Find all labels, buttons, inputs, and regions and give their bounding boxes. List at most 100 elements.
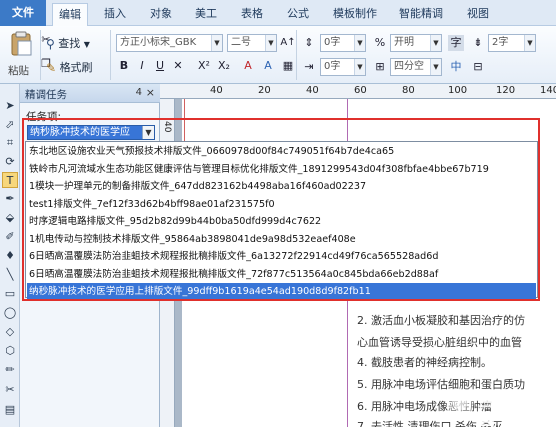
arrow-select-icon[interactable]: ➤ <box>2 98 18 114</box>
indent-icon[interactable]: ⇥ <box>301 59 317 75</box>
strikethrough-icon[interactable]: ✕ <box>170 58 186 74</box>
spacing-select[interactable]: 0字 ▼ <box>320 34 366 52</box>
text-tool-icon[interactable]: T <box>2 172 18 188</box>
ruler-tick: 100 <box>448 85 468 96</box>
rotate-icon[interactable]: ⟳ <box>2 154 18 170</box>
format-brush-label: 格式刷 <box>59 61 93 74</box>
italic-icon[interactable]: I <box>134 58 150 74</box>
ruler-tick: 20 <box>258 85 271 96</box>
highlight-icon[interactable]: A <box>260 58 276 74</box>
spacing-value: 0字 <box>324 37 341 48</box>
tab-file[interactable]: 文件 <box>0 0 46 26</box>
format-brush-button[interactable]: ✎ 格式刷 <box>46 58 93 77</box>
dropdown-option[interactable]: 6日晒高温覆膜法防治韭蛆技术规程报批稿排版文件_6a13272f22914cd4… <box>27 248 536 266</box>
watermark-brand: 当下软件园 <box>476 389 553 427</box>
chevron-down-icon: ▼ <box>83 40 90 49</box>
pen-icon[interactable]: ✒ <box>2 191 18 207</box>
spacing-value-2: 0字 <box>324 61 341 72</box>
superscript-icon[interactable]: X² <box>196 58 212 74</box>
para-align-icon[interactable]: ⊟ <box>470 59 486 75</box>
line-spacing-icon[interactable]: ⇕ <box>301 35 317 51</box>
crop-icon[interactable]: ⌗ <box>2 135 18 151</box>
font-name-select[interactable]: 方正小标宋_GBK ▼ <box>116 34 223 52</box>
percent-icon[interactable]: % <box>372 35 388 51</box>
chevron-down-icon: ▼ <box>211 35 222 51</box>
middle-align-icon[interactable]: 中 <box>448 59 464 75</box>
clipboard-icon <box>11 31 32 56</box>
dropdown-option[interactable]: 时序逻辑电路排版文件_95d2b82d99b44b0ba50dfd999d4c7… <box>27 213 536 231</box>
spacing-select-3[interactable]: 2字 ▼ <box>488 34 536 52</box>
menu-bar: 文件 编辑 插入 对象 美工 表格 公式 模板制作 智能精调 视图 <box>0 0 556 27</box>
font-size-select[interactable]: 二号 ▼ <box>227 34 277 52</box>
dropdown-option[interactable]: test1排版文件_7ef12f33d62b4bff98ae01af231575… <box>27 196 536 214</box>
task-select[interactable]: 纳秒脉冲技术的医学应 ▼ <box>27 125 155 140</box>
line-icon[interactable]: ╲ <box>2 267 18 283</box>
quad-select[interactable]: 四分空 ▼ <box>390 58 442 76</box>
open-value: 开明 <box>394 37 414 48</box>
ruler-tick: 40 <box>210 85 223 96</box>
dropdown-option-selected[interactable]: 纳秒脉冲技术的医学应用上排版文件_99dff9b1619a4e54ad190d8… <box>27 283 536 301</box>
doc-line: 2. 激活血小板凝胶和基因治疗的仿 <box>357 314 525 327</box>
find-label: 查找 <box>58 37 81 50</box>
ruler-tick: 140 <box>540 85 556 96</box>
find-button[interactable]: ⚲ 查找 ▼ <box>46 34 90 53</box>
tab-view[interactable]: 视图 <box>458 3 498 25</box>
ruler-tick: 120 <box>496 85 516 96</box>
color-picker-icon[interactable]: ♦ <box>2 248 18 264</box>
subscript-icon[interactable]: X₂ <box>216 58 232 74</box>
dropdown-option[interactable]: 铁岭市凡河流域水生态功能区健康评估与管理目标优化排版文件_1891299543d… <box>27 161 536 179</box>
open-select[interactable]: 开明 ▼ <box>390 34 442 52</box>
chevron-down-icon: ▼ <box>430 59 441 75</box>
char-border-icon[interactable]: ▦ <box>280 58 296 74</box>
pencil-icon[interactable]: ✏ <box>2 362 18 378</box>
dropdown-option[interactable]: 东北地区设施农业天气预报技术排版文件_0660978d00f84c749051f… <box>27 143 536 161</box>
tab-table[interactable]: 表格 <box>234 3 270 25</box>
chevron-down-icon: ▼ <box>142 126 154 139</box>
quad-value: 四分空 <box>394 61 424 72</box>
binoculars-icon: ⚲ <box>46 36 55 51</box>
task-dropdown-list: 东北地区设施农业天气预报技术排版文件_0660978d00f84c749051f… <box>25 141 538 301</box>
tab-insert[interactable]: 插入 <box>97 3 133 25</box>
spacing-select-2[interactable]: 0字 ▼ <box>320 58 366 76</box>
watermark-url: www.downbank.cn <box>470 410 545 419</box>
task-item-label: 任务项: <box>26 111 62 123</box>
tab-fine-tune[interactable]: 智能精调 <box>392 3 450 25</box>
font-color-icon[interactable]: A <box>240 58 256 74</box>
brush-icon: ✎ <box>46 60 57 75</box>
chevron-down-icon: ▼ <box>354 35 365 51</box>
tab-object[interactable]: 对象 <box>143 3 179 25</box>
tab-template[interactable]: 模板制作 <box>326 3 384 25</box>
para-spacing-icon[interactable]: ⇟ <box>470 35 486 51</box>
gradient-icon[interactable]: ▤ <box>2 402 18 418</box>
dropdown-option[interactable]: 1模块一护理单元的制备排版文件_647dd823162b4498aba16f46… <box>27 178 536 196</box>
char-style-icon[interactable]: 字 <box>448 35 464 51</box>
rectangle-icon[interactable]: ▭ <box>2 286 18 302</box>
dropdown-option[interactable]: 6日晒高温覆膜法防治韭蛆技术规程报批稿排版文件_72f877c513564a0c… <box>27 266 536 284</box>
grow-font-icon[interactable]: A↑ <box>280 35 296 51</box>
tab-formula[interactable]: 公式 <box>280 3 316 25</box>
bold-icon[interactable]: B <box>116 58 132 74</box>
tab-art[interactable]: 美工 <box>188 3 224 25</box>
paste-button[interactable]: 粘贴 <box>6 30 36 80</box>
node-select-icon[interactable]: ⬀ <box>2 117 18 133</box>
ruler-tick: 60 <box>354 85 367 96</box>
spacing-value-3: 2字 <box>492 37 509 48</box>
scissors-icon[interactable]: ✂ <box>2 382 18 398</box>
dropdown-option[interactable]: 1机电传动与控制技术排版文件_95864ab3898041de9a98d532e… <box>27 231 536 249</box>
tab-edit[interactable]: 编辑 <box>52 3 88 27</box>
fill-icon[interactable]: ⬙ <box>2 210 18 226</box>
task-panel-title: 精调任务 <box>25 89 67 101</box>
chevron-down-icon: ▼ <box>265 35 276 51</box>
underline-icon[interactable]: U <box>152 58 168 74</box>
diamond-icon[interactable]: ◇ <box>2 324 18 340</box>
paste-label: 粘贴 <box>8 65 29 77</box>
ellipse-icon[interactable]: ◯ <box>2 305 18 321</box>
polygon-icon[interactable]: ⬡ <box>2 343 18 359</box>
align-icon[interactable]: ⊞ <box>372 59 388 75</box>
eyedropper-icon[interactable]: ✐ <box>2 229 18 245</box>
close-icon[interactable]: × <box>146 86 155 99</box>
ruler-tick: 80 <box>402 85 415 96</box>
font-name-value: 方正小标宋_GBK <box>120 37 197 48</box>
pin-icon[interactable]: 4 <box>136 87 142 98</box>
chevron-down-icon: ▼ <box>524 35 535 51</box>
